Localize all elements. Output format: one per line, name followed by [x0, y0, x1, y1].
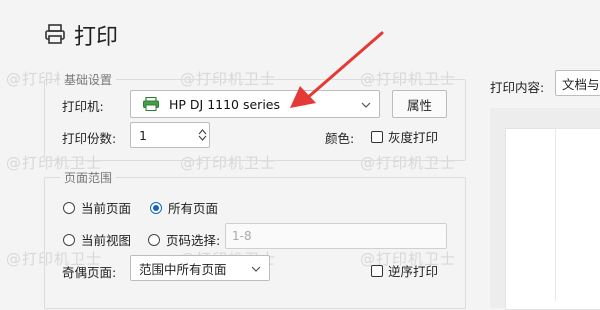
annotation-arrow: [290, 31, 384, 108]
